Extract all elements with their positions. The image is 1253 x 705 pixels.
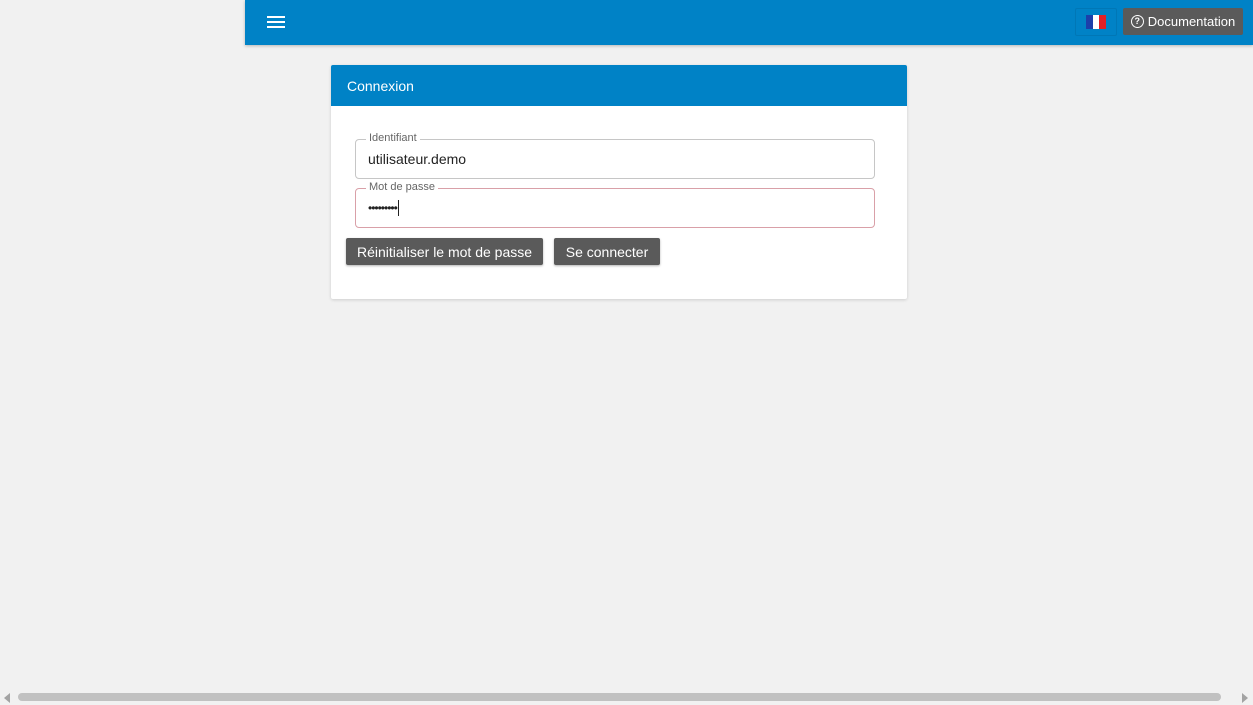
help-circle-icon: ? <box>1130 15 1144 28</box>
login-card-header: Connexion <box>331 65 907 106</box>
documentation-button[interactable]: ? Documentation <box>1123 8 1243 35</box>
scrollbar-thumb[interactable] <box>18 693 1221 701</box>
documentation-label: Documentation <box>1147 14 1236 29</box>
scroll-left-arrow-icon[interactable] <box>4 693 10 703</box>
password-input[interactable]: ••••••••• <box>368 189 858 227</box>
france-flag-icon <box>1086 15 1107 29</box>
top-app-bar: ? Documentation <box>245 0 1253 45</box>
reset-password-button[interactable]: Réinitialiser le mot de passe <box>346 238 543 265</box>
login-button[interactable]: Se connecter <box>554 238 660 265</box>
scroll-right-arrow-icon[interactable] <box>1242 693 1248 703</box>
horizontal-scrollbar[interactable] <box>0 690 1253 705</box>
login-card-title: Connexion <box>347 77 414 94</box>
password-field[interactable]: Mot de passe ••••••••• <box>355 181 875 228</box>
language-selector-button[interactable] <box>1075 8 1117 36</box>
password-masked-value: ••••••••• <box>368 201 398 215</box>
username-value: utilisateur.demo <box>368 151 467 167</box>
login-button-label: Se connecter <box>565 243 649 260</box>
hamburger-menu-icon[interactable] <box>263 10 289 34</box>
text-caret <box>397 200 399 216</box>
login-card: Connexion Identifiant utilisateur.demo M… <box>331 65 907 299</box>
username-field[interactable]: Identifiant utilisateur.demo <box>355 132 875 179</box>
reset-password-label: Réinitialiser le mot de passe <box>356 243 533 260</box>
username-input[interactable]: utilisateur.demo <box>368 140 858 178</box>
